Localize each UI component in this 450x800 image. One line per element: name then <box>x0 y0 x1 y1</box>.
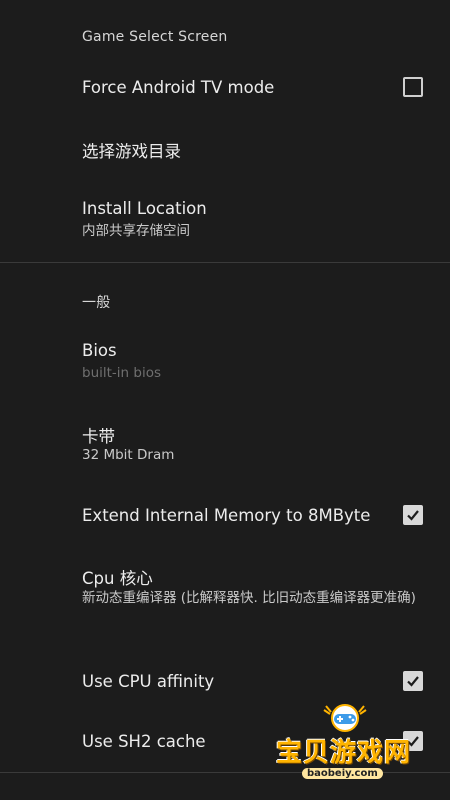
extend-memory-checkbox[interactable] <box>403 505 423 525</box>
pref-cartridge[interactable]: 卡带 32 Mbit Dram <box>0 414 450 476</box>
pref-title: Cpu 核心 <box>82 569 153 588</box>
pref-bios[interactable]: Bios built-in bios <box>0 332 450 394</box>
pref-cpu-affinity[interactable]: Use CPU affinity <box>0 660 450 704</box>
watermark-name: 宝贝游戏网 <box>276 738 412 768</box>
pref-summary: 32 Mbit Dram <box>82 447 175 463</box>
force-tv-checkbox[interactable] <box>403 77 423 97</box>
pref-summary: built-in bios <box>82 365 162 381</box>
watermark: 宝贝游戏网 baobeiy.com <box>272 702 432 792</box>
section-header-general: 一般 <box>82 295 111 311</box>
pref-title: Use CPU affinity <box>82 672 215 691</box>
pref-install-location[interactable]: Install Location 内部共享存储空间 <box>0 190 450 252</box>
pref-title: Use SH2 cache <box>82 732 206 751</box>
pref-title: Force Android TV mode <box>82 78 275 97</box>
pref-title: Extend Internal Memory to 8MByte <box>82 506 371 525</box>
section-header-game-select: Game Select Screen <box>82 29 228 45</box>
cpu-affinity-checkbox[interactable] <box>403 671 423 691</box>
pref-title: 选择游戏目录 <box>82 142 181 161</box>
pref-force-android-tv[interactable]: Force Android TV mode <box>0 66 450 110</box>
pref-cpu-core[interactable]: Cpu 核心 新动态重编译器 (比解释器快. 比旧动态重编译器更准确) <box>0 556 450 642</box>
check-icon <box>407 510 419 521</box>
pref-game-directory[interactable]: 选择游戏目录 <box>0 128 450 172</box>
pref-summary: 新动态重编译器 (比解释器快. 比旧动态重编译器更准确) <box>82 590 416 606</box>
pref-extend-memory[interactable]: Extend Internal Memory to 8MByte <box>0 494 450 538</box>
pref-title: Install Location <box>82 199 207 218</box>
pref-title: Bios <box>82 341 117 360</box>
settings-screen: Game Select Screen Force Android TV mode… <box>0 0 450 800</box>
watermark-url: baobeiy.com <box>302 768 383 779</box>
check-icon <box>407 676 419 687</box>
pref-summary: 内部共享存储空间 <box>82 223 190 239</box>
section-divider <box>0 262 450 263</box>
pref-title: 卡带 <box>82 427 115 446</box>
